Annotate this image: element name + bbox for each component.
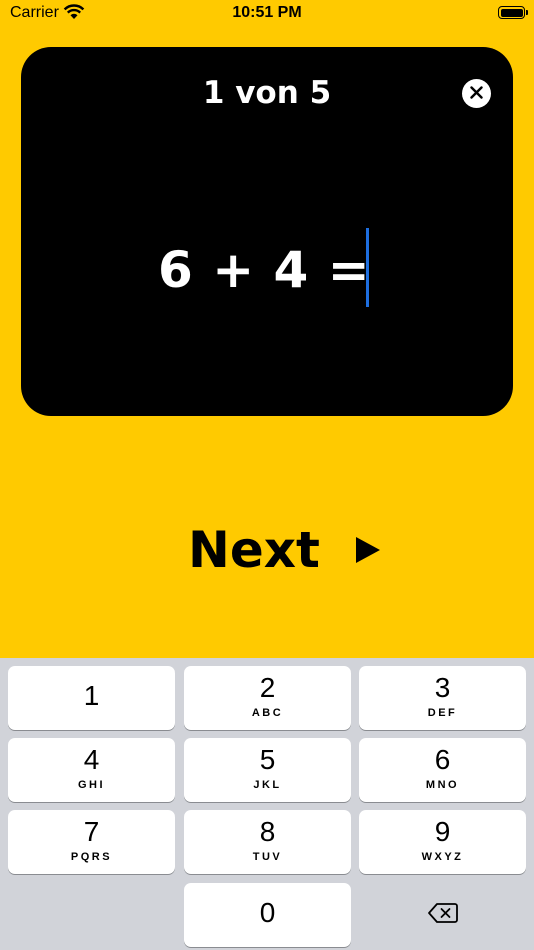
key-3[interactable]: 3 DEF	[359, 666, 526, 730]
key-letters: PQRS	[70, 851, 113, 863]
key-6[interactable]: 6 MNO	[359, 738, 526, 802]
key-digit: 5	[259, 744, 276, 775]
status-bar: Carrier 10:51 PM	[0, 0, 534, 30]
close-button[interactable]	[462, 79, 491, 108]
play-icon	[355, 537, 380, 563]
key-1[interactable]: 1	[8, 666, 175, 730]
key-digit: 7	[83, 816, 100, 847]
key-letters: ABC	[251, 707, 284, 719]
answer-input-caret[interactable]	[366, 228, 369, 307]
key-digit: 4	[83, 744, 100, 775]
next-label: Next	[188, 521, 320, 579]
key-5[interactable]: 5 JKL	[184, 738, 351, 802]
key-letters: WXYZ	[421, 851, 464, 863]
delete-key[interactable]	[359, 883, 526, 947]
key-digit: 6	[434, 744, 451, 775]
key-digit: 9	[434, 816, 451, 847]
backspace-icon	[427, 902, 459, 928]
key-digit: 3	[434, 672, 451, 703]
key-letters: JKL	[253, 779, 282, 791]
key-letters: DEF	[427, 707, 458, 719]
status-time: 10:51 PM	[232, 4, 302, 21]
equation-text: 6 + 4 =	[158, 241, 371, 299]
question-card: 1 von 5 6 + 4 =	[21, 47, 513, 416]
key-digit: 1	[83, 680, 100, 711]
key-8[interactable]: 8 TUV	[184, 810, 351, 874]
key-digit: 2	[259, 672, 276, 703]
key-9[interactable]: 9 WXYZ	[359, 810, 526, 874]
next-button[interactable]: Next	[188, 520, 380, 580]
key-digit: 0	[259, 897, 276, 928]
key-digit: 8	[259, 816, 276, 847]
key-0[interactable]: 0	[184, 883, 351, 947]
key-letters: MNO	[425, 779, 460, 791]
key-2[interactable]: 2 ABC	[184, 666, 351, 730]
battery-icon	[498, 6, 528, 19]
close-icon	[470, 84, 483, 103]
key-letters: GHI	[77, 779, 106, 791]
key-4[interactable]: 4 GHI	[8, 738, 175, 802]
key-7[interactable]: 7 PQRS	[8, 810, 175, 874]
key-letters: TUV	[252, 851, 283, 863]
question-counter: 1 von 5	[202, 75, 332, 111]
